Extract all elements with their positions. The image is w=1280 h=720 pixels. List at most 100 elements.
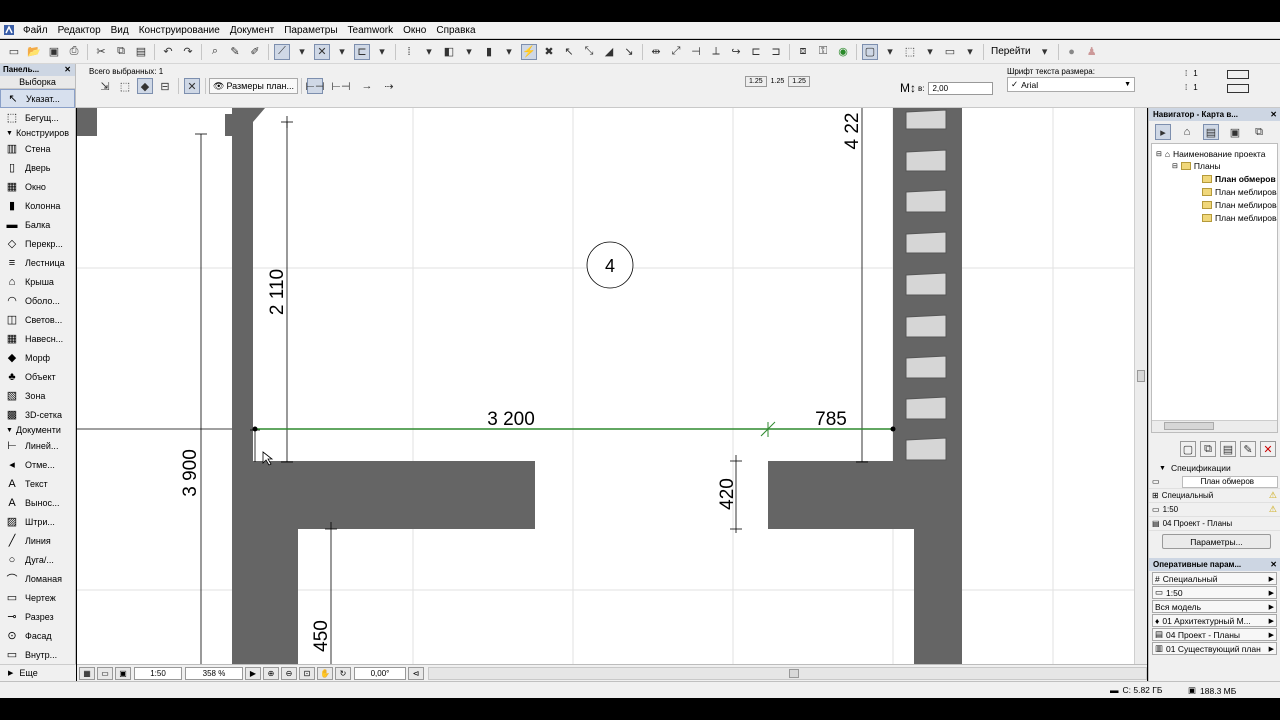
paste-icon[interactable]: ▤ — [133, 44, 149, 60]
quick-option-model-view[interactable]: ▤ 04 Проект - Планы ▶ — [1152, 628, 1277, 641]
tool-label[interactable]: A Выноc... — [0, 493, 75, 512]
menu-window[interactable]: Окно — [398, 22, 431, 39]
rename-icon[interactable]: ✎ — [1240, 441, 1256, 457]
walk-icon[interactable]: ♟ — [1084, 44, 1100, 60]
more-tools-button[interactable]: ▶ Еще — [0, 664, 76, 681]
tree-item-view[interactable]: План меблирования — [1202, 212, 1277, 224]
3d-view-icon[interactable]: ⬚ — [902, 44, 918, 60]
close-icon[interactable]: ✕ — [64, 64, 71, 76]
play-icon[interactable]: ▶ — [245, 666, 261, 680]
tool-object[interactable]: ♣ Объект — [0, 367, 75, 386]
save-icon[interactable]: ▣ — [46, 44, 62, 60]
trim-icon[interactable]: ↖ — [561, 44, 577, 60]
menu-design[interactable]: Конструирование — [134, 22, 225, 39]
tab-selection[interactable]: Выборка — [0, 76, 75, 89]
teamwork-icon[interactable]: ● — [1064, 44, 1080, 60]
scale-field[interactable]: 1:50 — [134, 666, 182, 680]
vertical-scrollbar[interactable] — [1134, 108, 1147, 664]
menu-view[interactable]: Вид — [106, 22, 134, 39]
close-icon[interactable]: ✕ — [184, 78, 200, 94]
floor-plan-icon[interactable]: ▦ — [79, 666, 95, 680]
tool-beam[interactable]: ▬ Балка — [0, 215, 75, 234]
rotate-icon[interactable]: ⤢ — [668, 44, 684, 60]
tool-arc[interactable]: ○ Дуга/... — [0, 550, 75, 569]
project-map-icon[interactable]: ▸ — [1155, 124, 1171, 140]
scroll-thumb[interactable] — [1164, 422, 1214, 430]
undo-icon[interactable]: ↶ — [160, 44, 176, 60]
dimension-text-420[interactable]: 420 — [717, 478, 738, 510]
dimension-chain-icon[interactable]: ⊢⊣ — [331, 78, 350, 94]
mirror-icon[interactable]: ⊣ — [688, 44, 704, 60]
delete-icon[interactable]: ✕ — [1260, 441, 1276, 457]
find-select-icon[interactable]: ⌕ — [207, 44, 223, 60]
lock-icon[interactable]: ⚿ — [815, 44, 831, 60]
dimension-text-3200[interactable]: 3 200 — [487, 409, 535, 430]
suspend-groups-icon[interactable]: ⊏ — [354, 43, 370, 60]
tool-roof[interactable]: ⌂ Крыша — [0, 272, 75, 291]
tool-skylight[interactable]: ◫ Светов... — [0, 310, 75, 329]
linear-dimension-icon[interactable]: ⊢⊣ — [305, 78, 325, 94]
tool-wall[interactable]: ▥ Стена — [0, 139, 75, 158]
pan-icon[interactable]: ✋ — [317, 666, 333, 680]
tool-column[interactable]: ▮ Колонна — [0, 196, 75, 215]
dropdown-arrow-icon[interactable]: ▾ — [294, 44, 310, 60]
layer-icon[interactable]: ◆ — [137, 78, 153, 94]
marker-size-field[interactable]: 1.25 — [767, 78, 789, 85]
curve-icon[interactable]: ↪ — [728, 44, 744, 60]
tool-interior-elevation[interactable]: ▭ Внутр... — [0, 645, 75, 664]
close-icon[interactable]: ✕ — [1270, 108, 1277, 121]
group-documentation[interactable]: ▼ Документи — [0, 424, 75, 436]
pen-value[interactable]: 1 — [1193, 81, 1215, 95]
dimension-type-select[interactable]: 👁 Размеры план... — [209, 78, 298, 94]
grid-snap-icon[interactable]: ⁞ — [401, 44, 417, 60]
view-name-field[interactable]: План обмеров — [1181, 475, 1278, 488]
parameters-button[interactable]: Параметры... — [1162, 534, 1271, 549]
zoom-in-icon[interactable]: ⊕ — [263, 666, 279, 680]
new-file-icon[interactable]: ▭ — [6, 44, 22, 60]
tree-item-view[interactable]: План обмеров — [1202, 173, 1276, 185]
tree-item-project[interactable]: ⊟ ⌂ Наименование проекта — [1156, 148, 1265, 160]
pen-value[interactable]: 1 — [1193, 67, 1215, 81]
tool-zone[interactable]: ▧ Зона — [0, 386, 75, 405]
tool-text[interactable]: A Текст — [0, 474, 75, 493]
marquee-icon[interactable]: ⬚ — [117, 78, 133, 94]
dropdown-arrow-icon[interactable]: ▾ — [334, 44, 350, 60]
navigator-icon[interactable]: ▣ — [115, 666, 131, 680]
tool-stair[interactable]: ≡ Лестница — [0, 253, 75, 272]
goto-button[interactable]: Перейти — [987, 46, 1035, 57]
quick-option-structure[interactable]: Вся модель ▶ — [1152, 600, 1277, 613]
quick-option-pen-set[interactable]: ♦ 01 Архитектурный М... ▶ — [1152, 614, 1277, 627]
menu-edit[interactable]: Редактор — [53, 22, 106, 39]
tool-curtain-wall[interactable]: ▦ Навесн... — [0, 329, 75, 348]
tree-item-view[interactable]: План меблирования — [1202, 186, 1277, 198]
dropdown-arrow-icon[interactable]: ▾ — [374, 44, 390, 60]
scroll-thumb[interactable] — [1137, 370, 1145, 382]
publisher-icon[interactable]: ▣ — [1227, 124, 1243, 140]
app-icon[interactable] — [0, 22, 18, 39]
tool-slab[interactable]: ◇ Перекр... — [0, 234, 75, 253]
new-folder-icon[interactable]: ▤ — [1220, 441, 1236, 457]
rotate-view-icon[interactable]: ↻ — [335, 666, 351, 680]
marker-size-field[interactable]: 1.25 — [788, 76, 810, 87]
marker-size-field[interactable]: 1.25 — [745, 76, 767, 87]
quick-option-scale[interactable]: ▭ 1:50 ▶ — [1152, 586, 1277, 599]
tool-section[interactable]: ⊸ Разрез — [0, 607, 75, 626]
selection-icon[interactable]: ⇲ — [97, 78, 113, 94]
menu-document[interactable]: Документ — [225, 22, 279, 39]
height-field[interactable]: 2,00 — [928, 81, 994, 95]
menu-file[interactable]: Файл — [18, 22, 53, 39]
dimension-text-2110[interactable]: 2 110 — [267, 269, 288, 315]
dropdown-arrow-icon[interactable]: ▾ — [922, 44, 938, 60]
arrow-both-icon[interactable]: ⇢ — [381, 78, 397, 94]
group-design[interactable]: ▼ Конструиров — [0, 127, 75, 139]
clone-icon[interactable]: ⧉ — [1200, 441, 1216, 457]
trace-icon[interactable]: ▮ — [481, 44, 497, 60]
pen-color-swatch[interactable] — [1227, 69, 1250, 79]
tree-item-folder[interactable]: ⊟ Планы — [1172, 160, 1220, 172]
intersect-icon[interactable]: ✖ — [541, 44, 557, 60]
floor-plan-view-icon[interactable]: ▢ — [862, 43, 878, 60]
dropdown-arrow-icon[interactable]: ▾ — [962, 44, 978, 60]
organizer-icon[interactable]: ⧉ — [1251, 124, 1267, 140]
quick-option-renovation[interactable]: ▥ 01 Существующий план ▶ — [1152, 642, 1277, 655]
dropdown-arrow-icon[interactable]: ▾ — [501, 44, 517, 60]
